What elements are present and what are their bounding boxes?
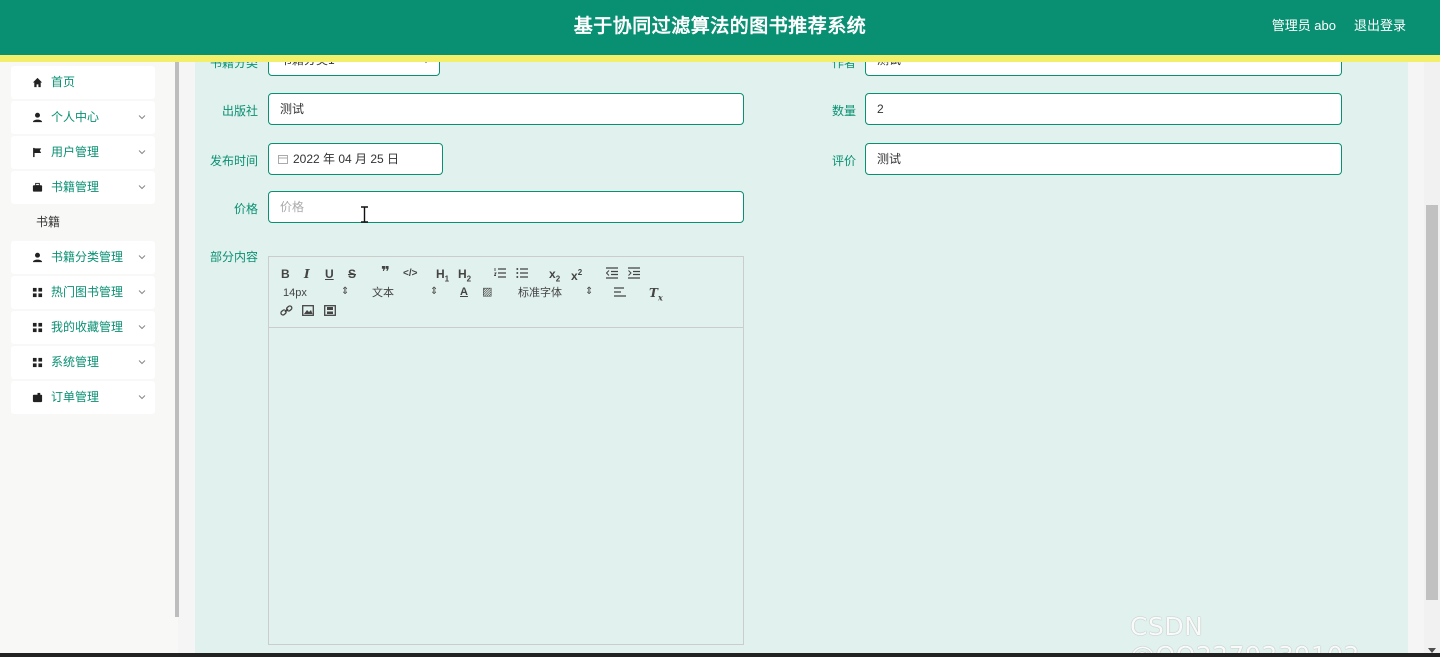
header-accent-line-overlay [0,55,1440,62]
subscript-icon[interactable]: x2 [549,267,560,286]
font-size-select-arrows-icon: ⇕ [341,286,350,297]
app-title-overlay: 基于协同过滤算法的图书推荐系统 [573,16,867,37]
chevron-down-icon [138,255,146,260]
ordered-list-icon[interactable] [494,267,506,279]
bottom-edge [0,653,1440,657]
price-input[interactable]: 价格 [268,191,744,223]
wallet-icon [32,392,43,403]
superscript-icon[interactable]: x2 [571,266,582,283]
sidebar-item-label: 用户管理 [51,145,100,159]
clear-format-icon[interactable]: Tx [649,286,663,304]
font-family-select-arrows-icon: ⇕ [585,286,594,297]
publish-date-value: 2022 年 04 月 25 日 [293,152,400,166]
sidebar-item-orders[interactable]: 订单管理 [11,381,155,414]
logout-button-overlay[interactable]: 退出登录 [1354,0,1406,52]
admin-user-label-overlay: 管理员 abo [1271,18,1336,33]
grid-icon [32,287,43,298]
text-type-select-arrows-icon: ⇕ [430,286,439,297]
sidebar-item-label: 订单管理 [51,390,100,404]
publisher-label: 出版社 [221,104,258,118]
scrollbar-thumb[interactable] [1426,205,1438,600]
publish-date-label: 发布时间 [209,154,258,168]
user-icon [32,112,43,123]
grid-icon [32,357,43,368]
price-label: 价格 [233,202,258,216]
font-size-select[interactable]: 14px [283,286,307,300]
chevron-down-icon [138,185,146,190]
content-label: 部分内容 [209,250,258,264]
review-label: 评价 [831,154,856,168]
submenu-item-label: 书籍 [36,215,61,229]
outdent-icon[interactable] [606,267,618,279]
editor-toolbar: B I U S ❞ </> H1 H2 x2 x2 14px ⇕ 文本 ⇕ A … [269,257,743,328]
background-color-icon[interactable]: ▨ [482,285,492,299]
editor-content-area[interactable] [269,328,743,644]
chevron-down-icon [138,325,146,330]
sidebar-item-label: 个人中心 [51,110,100,124]
sidebar-item-label: 书籍管理 [51,180,100,194]
chevron-down-icon [138,115,146,120]
chevron-down-icon [138,395,146,400]
text-type-select[interactable]: 文本 [372,286,394,300]
briefcase-icon [32,182,43,192]
underline-icon[interactable]: U [325,267,334,281]
sidebar-item-label: 书籍分类管理 [51,250,124,264]
grid-icon [32,322,43,333]
italic-icon[interactable]: I [304,267,310,281]
sidebar-item-label: 我的收藏管理 [51,320,124,334]
sidebar-item-label: 首页 [51,75,76,89]
text-cursor-icon [361,206,368,223]
publish-date-picker[interactable]: 2022 年 04 月 25 日 [268,143,443,175]
rich-text-editor: B I U S ❞ </> H1 H2 x2 x2 14px ⇕ 文本 ⇕ A … [268,256,744,645]
top-header-overlay: 基于协同过滤算法的图书推荐系统 管理员 abo 退出登录 [0,0,1440,55]
align-left-icon[interactable] [614,287,626,298]
code-block-icon[interactable]: </> [403,267,417,281]
sidebar-item-users[interactable]: 用户管理 [11,136,155,169]
heading2-icon[interactable]: H2 [458,267,471,286]
sidebar-item-favorites[interactable]: 我的收藏管理 [11,311,155,344]
review-input[interactable]: 测试 [865,143,1342,175]
sidebar-scroll-divider [175,62,179,617]
page-scrollbar[interactable] [1424,62,1440,657]
strikethrough-icon[interactable]: S [348,267,356,281]
quantity-input[interactable]: 2 [865,93,1342,125]
link-icon[interactable] [280,305,293,317]
sidebar-item-hot-books[interactable]: 热门图书管理 [11,276,155,309]
publisher-input[interactable]: 测试 [268,93,744,125]
user-icon [32,252,43,263]
bold-icon[interactable]: B [281,267,290,281]
sidebar-item-system[interactable]: 系统管理 [11,346,155,379]
image-icon[interactable] [302,305,314,316]
home-icon [32,77,43,88]
chevron-down-icon [138,150,146,155]
submenu-item-books[interactable]: 书籍 [11,207,155,237]
blockquote-icon[interactable]: ❞ [381,265,390,280]
font-color-icon[interactable]: A [460,285,468,299]
sidebar-item-book-category[interactable]: 书籍分类管理 [11,241,155,274]
quantity-label: 数量 [831,104,856,118]
calendar-icon [278,155,288,164]
heading1-icon[interactable]: H1 [436,267,449,286]
video-icon[interactable] [324,305,336,316]
sidebar-item-label: 系统管理 [51,355,100,369]
sidebar-item-books[interactable]: 书籍管理 [11,171,155,204]
font-family-select[interactable]: 标准字体 [518,286,562,300]
chevron-down-icon [138,290,146,295]
chevron-down-icon [138,360,146,365]
sidebar-item-label: 热门图书管理 [51,285,124,299]
watermark-text: CSDN @QQ2279239102 [1130,612,1360,657]
flag-icon [33,147,42,158]
sidebar-item-profile[interactable]: 个人中心 [11,101,155,134]
sidebar-item-home[interactable]: 首页 [11,66,155,99]
indent-icon[interactable] [628,267,640,279]
bullet-list-icon[interactable] [516,267,528,279]
